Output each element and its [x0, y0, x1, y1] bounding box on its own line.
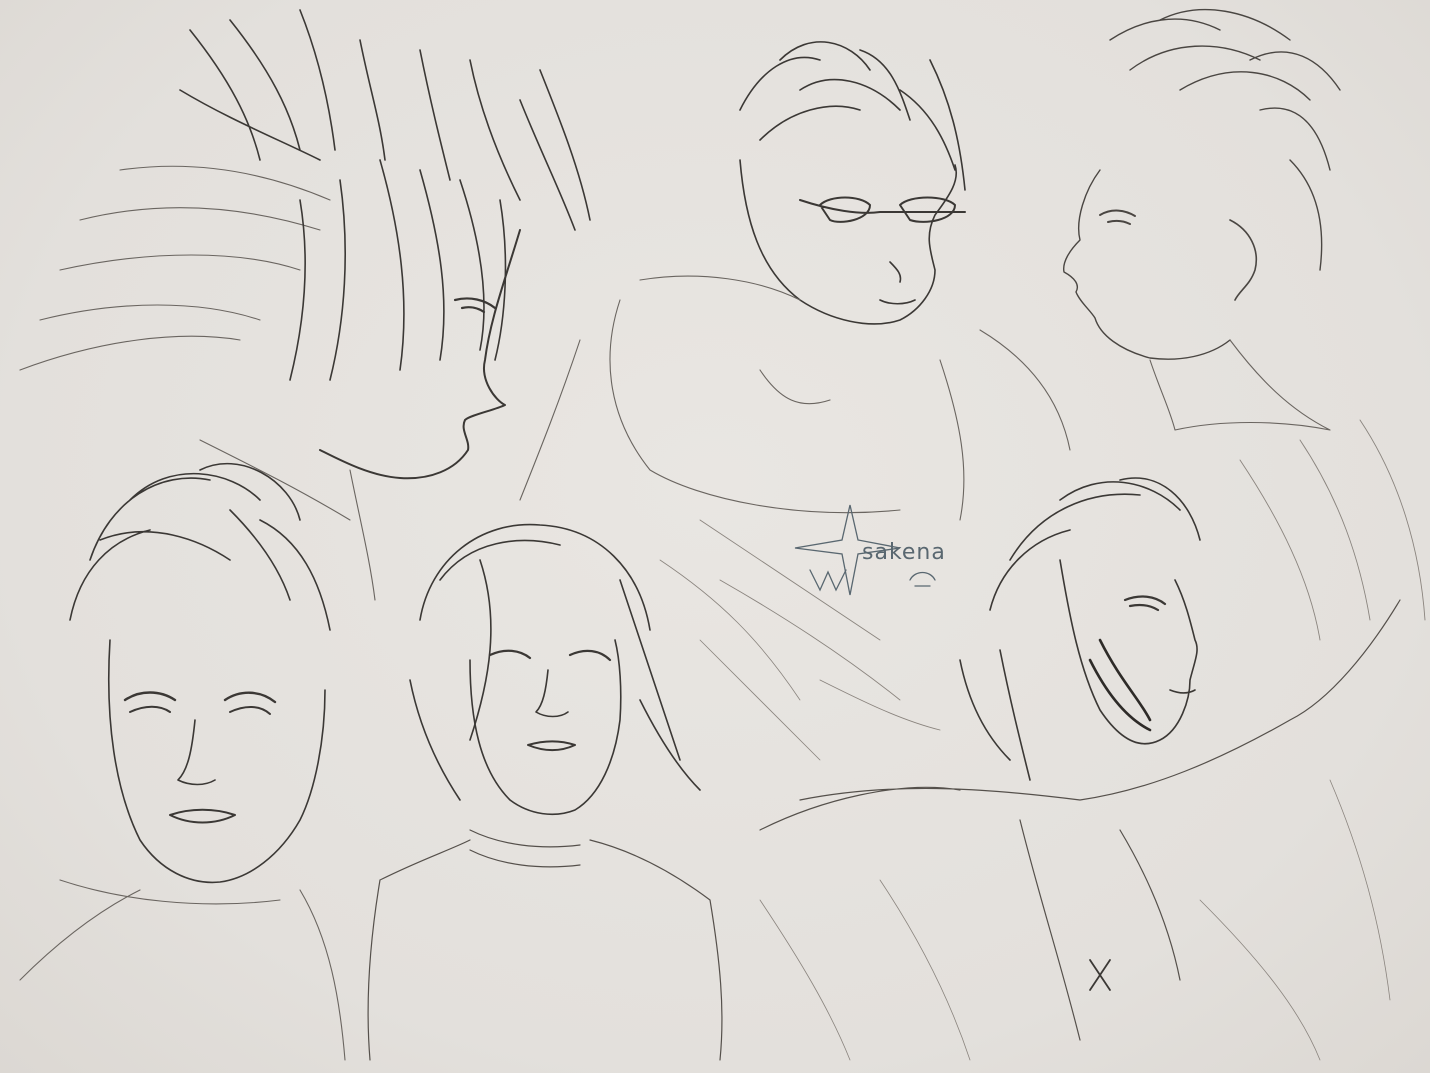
sketch-drawing: [19, 8, 1426, 1061]
head-front-frowning: [19, 462, 346, 1061]
head-profile-left-swept: [1063, 8, 1341, 431]
artist-signature: sakena: [862, 540, 946, 565]
head-glasses-three-quarter: [519, 41, 1071, 731]
head-front-short-hair: [367, 523, 723, 1061]
construction-lines: [659, 559, 1391, 1061]
head-profile-right-spiky: [19, 9, 591, 601]
sketch-canvas: sakena: [0, 0, 1430, 1073]
